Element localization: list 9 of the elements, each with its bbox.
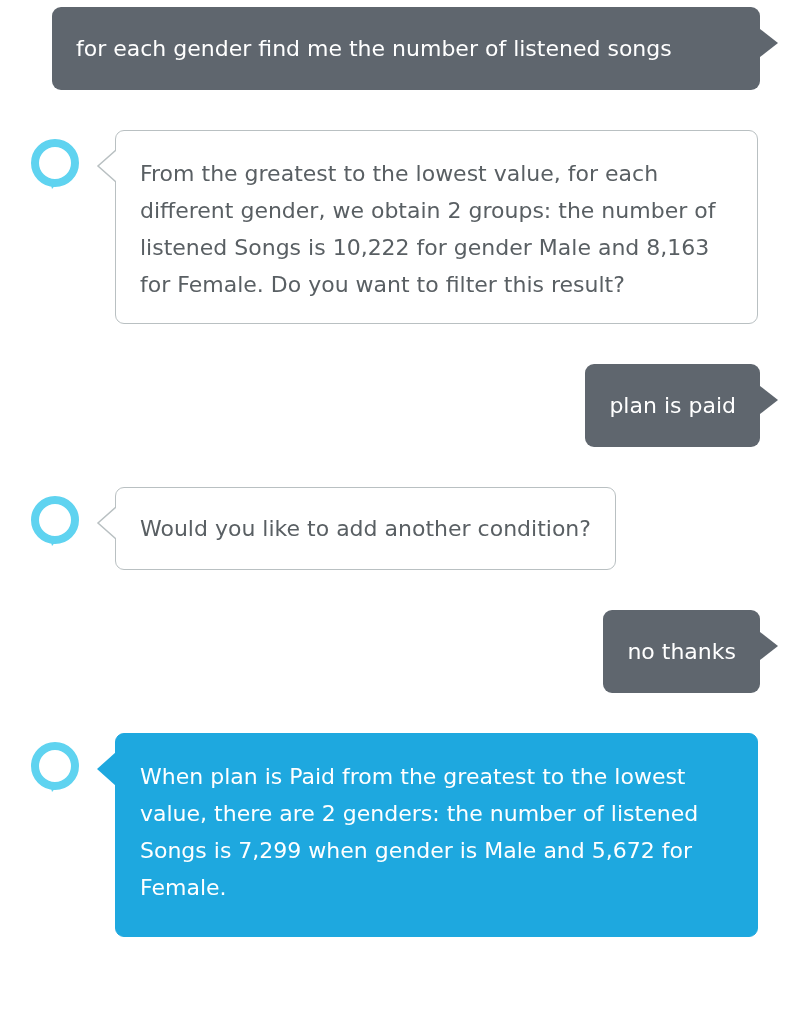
user-message: no thanks — [603, 610, 760, 693]
bubble-tail — [760, 632, 778, 660]
bubble-tail — [760, 29, 778, 57]
assistant-message: Would you like to add another condition? — [115, 487, 616, 570]
bubble-tail — [760, 386, 778, 414]
user-message: plan is paid — [585, 364, 760, 447]
user-message: for each gender find me the number of listened songs — [52, 7, 760, 90]
assistant-message: When plan is Paid from the greatest to the lowest value, there are 2 genders: the number of listened Songs is 7,299 when gender is Male and 5,672 for Female. — [115, 733, 758, 937]
assistant-message: From the greatest to the lowest value, for each different gender, we obtain 2 groups: the number of listened Songs is 10,222 for gender Male and 8,163 for Female. Do you want to filter this result? — [115, 130, 758, 324]
